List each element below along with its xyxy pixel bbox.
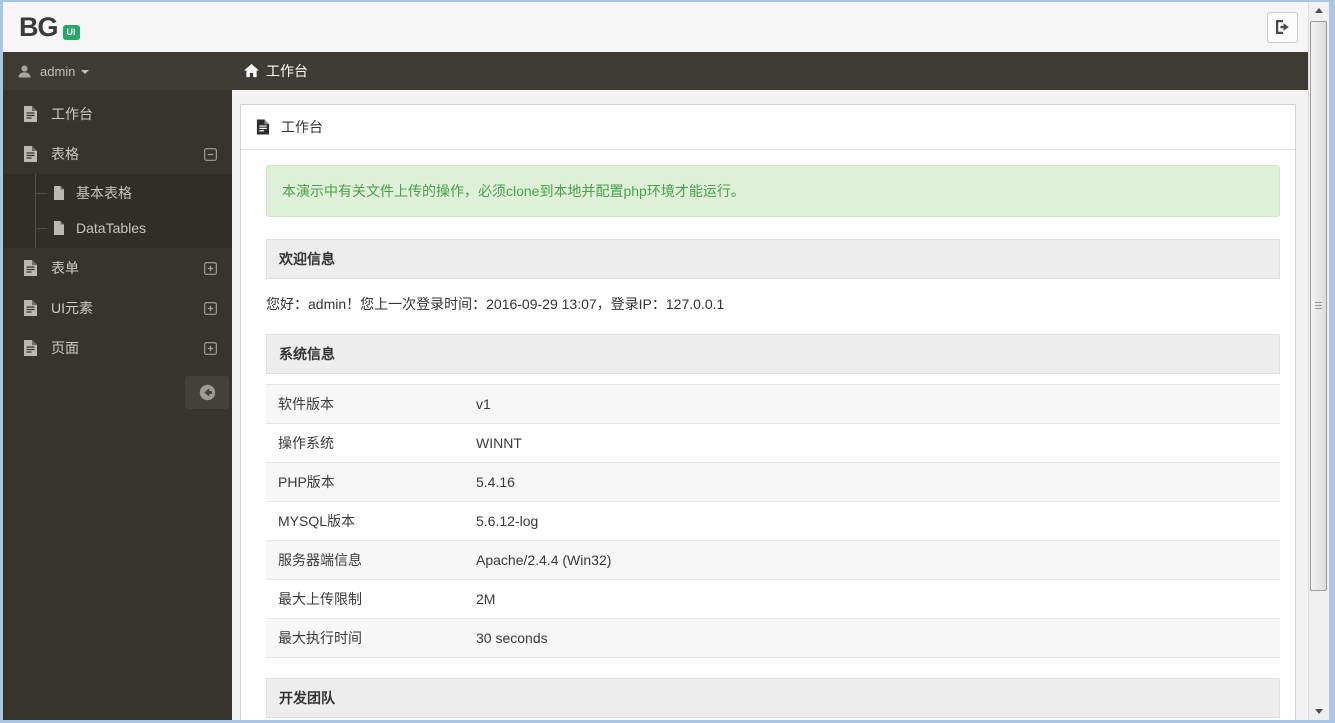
table-row: 最大执行时间 30 seconds (266, 618, 1280, 658)
scrollbar-thumb[interactable] (1310, 21, 1327, 591)
sidebar-item-forms[interactable]: 表单 (3, 248, 232, 288)
sidebar: admin 工作台 表格 基本表格 DataTables 表单 UI元素 页面 (3, 52, 232, 720)
info-label: 操作系统 (266, 423, 464, 463)
breadcrumb: 工作台 (232, 52, 1308, 90)
sign-out-icon (1274, 19, 1291, 35)
table-row: 操作系统 WINNT (266, 423, 1280, 463)
sidebar-item-label: 页面 (51, 340, 79, 356)
home-icon (244, 64, 259, 78)
sidebar-subitem-basic-table[interactable]: 基本表格 (3, 175, 232, 210)
info-value: 5.4.16 (464, 462, 1280, 502)
table-row: MYSQL版本 5.6.12-log (266, 501, 1280, 541)
user-name: admin (40, 63, 76, 79)
info-label: 软件版本 (266, 384, 464, 424)
demo-alert: 本演示中有关文件上传的操作，必须clone到本地并配置php环境才能运行。 (266, 165, 1280, 217)
system-info-table: 软件版本 v1 操作系统 WINNT PHP版本 5.4.16 MYSQL版本 … (266, 384, 1280, 658)
sidebar-item-label: 表格 (51, 146, 79, 162)
workbench-panel: 工作台 本演示中有关文件上传的操作，必须clone到本地并配置php环境才能运行… (240, 104, 1296, 720)
app-area: BG UI admin 工作台 表格 基本表格 DataTables 表单 UI… (3, 2, 1308, 720)
user-dropdown[interactable]: admin (3, 52, 232, 90)
info-label: MYSQL版本 (266, 501, 464, 541)
brand-logo-text: BG (19, 11, 58, 42)
content-area: 工作台 本演示中有关文件上传的操作，必须clone到本地并配置php环境才能运行… (232, 90, 1308, 720)
sidebar-subitem-datatables[interactable]: DataTables (3, 210, 232, 245)
app-window: BG UI admin 工作台 表格 基本表格 DataTables 表单 UI… (0, 0, 1335, 723)
sidebar-item-label: 工作台 (51, 106, 93, 122)
scroll-up-icon (1315, 8, 1323, 13)
body-row: admin 工作台 表格 基本表格 DataTables 表单 UI元素 页面 … (3, 52, 1308, 720)
scrollbar-down-button[interactable] (1309, 703, 1329, 720)
breadcrumb-label: 工作台 (266, 63, 308, 79)
plus-square-icon[interactable] (204, 341, 217, 355)
section-header-team: 开发团队 (266, 678, 1280, 718)
info-value: 5.6.12-log (464, 501, 1280, 541)
plus-square-icon[interactable] (204, 261, 217, 275)
table-row: 软件版本 v1 (266, 384, 1280, 424)
plus-square-icon[interactable] (204, 301, 217, 315)
info-value: WINNT (464, 423, 1280, 463)
sidebar-item-ui-elements[interactable]: UI元素 (3, 288, 232, 328)
file-text-icon (23, 300, 38, 316)
info-label: 服务器端信息 (266, 540, 464, 580)
welcome-text: 您好：admin！您上一次登录时间：2016-09-29 13:07，登录IP：… (266, 296, 725, 312)
info-value: Apache/2.4.4 (Win32) (464, 540, 1280, 580)
sidebar-subitem-label: 基本表格 (76, 184, 132, 201)
info-label: 最大上传限制 (266, 579, 464, 619)
file-text-icon (256, 119, 270, 135)
sidebar-subitem-label: DataTables (76, 219, 147, 236)
top-header: BG UI (3, 2, 1308, 52)
sidebar-item-pages[interactable]: 页面 (3, 328, 232, 368)
table-row: PHP版本 5.4.16 (266, 462, 1280, 502)
sidebar-item-tables[interactable]: 表格 (3, 134, 232, 174)
vertical-scrollbar[interactable] (1308, 2, 1329, 720)
file-text-icon (23, 146, 38, 162)
sidebar-nav: 工作台 表格 基本表格 DataTables 表单 UI元素 页面 (3, 90, 232, 409)
info-value: 2M (464, 579, 1280, 619)
logout-button[interactable] (1267, 11, 1298, 43)
file-icon (53, 185, 65, 200)
file-text-icon (23, 260, 38, 276)
scroll-down-icon (1315, 709, 1323, 714)
info-value: v1 (464, 384, 1280, 424)
sidebar-item-label: UI元素 (51, 300, 93, 316)
sidebar-item-workbench[interactable]: 工作台 (3, 94, 232, 134)
info-label: 最大执行时间 (266, 618, 464, 658)
panel-title: 工作台 (281, 119, 323, 135)
caret-down-icon (81, 70, 90, 74)
panel-body: 本演示中有关文件上传的操作，必须clone到本地并配置php环境才能运行。 欢迎… (241, 150, 1295, 720)
main-area: 工作台 工作台 本演示中有关文件上传的操作，必须clone到本地并配置php环境… (232, 52, 1308, 720)
brand-logo-badge: UI (62, 24, 80, 40)
sidebar-item-label: 表单 (51, 260, 79, 276)
section-header-system: 系统信息 (266, 334, 1280, 374)
table-row: 最大上传限制 2M (266, 579, 1280, 619)
file-text-icon (23, 340, 38, 356)
sidebar-submenu-tables: 基本表格 DataTables (3, 174, 232, 248)
info-value: 30 seconds (464, 618, 1280, 658)
circle-arrow-left-icon (199, 384, 216, 401)
minus-square-icon[interactable] (204, 147, 217, 161)
user-icon (18, 64, 31, 78)
panel-header: 工作台 (241, 105, 1295, 150)
scrollbar-up-button[interactable] (1309, 2, 1329, 19)
section-header-welcome: 欢迎信息 (266, 239, 1280, 279)
brand-logo: BG UI (19, 11, 80, 42)
info-label: PHP版本 (266, 462, 464, 502)
table-row: 服务器端信息 Apache/2.4.4 (Win32) (266, 540, 1280, 580)
sidebar-collapse-button[interactable] (185, 376, 229, 409)
file-icon (53, 220, 65, 235)
file-text-icon (23, 106, 38, 122)
